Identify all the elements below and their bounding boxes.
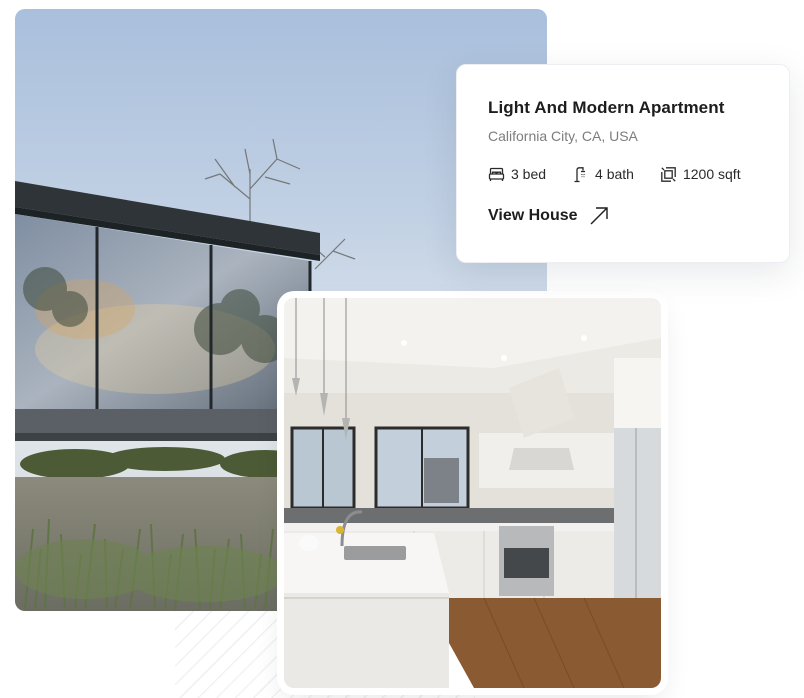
listing-location: California City, CA, USA [488,128,638,144]
feature-beds: 3 bed [488,165,546,183]
feature-baths: 4 bath [572,165,634,183]
feature-baths-label: 4 bath [595,166,634,182]
feature-area: 1200 sqft [660,165,741,183]
kitchen-interior-photo [284,298,661,688]
listing-card: Light And Modern Apartment California Ci… [456,64,790,263]
feature-area-label: 1200 sqft [682,166,741,182]
bed-icon [488,166,505,183]
bath-icon [572,166,589,183]
view-house-link[interactable]: View House [488,205,610,227]
listing-features: 3 bed 4 bath 1200 sqft [488,165,759,183]
arrow-up-right-icon [588,205,610,227]
listing-title: Light And Modern Apartment [488,98,725,117]
view-house-label: View House [488,207,578,224]
feature-beds-label: 3 bed [511,166,547,182]
area-icon [660,166,677,183]
